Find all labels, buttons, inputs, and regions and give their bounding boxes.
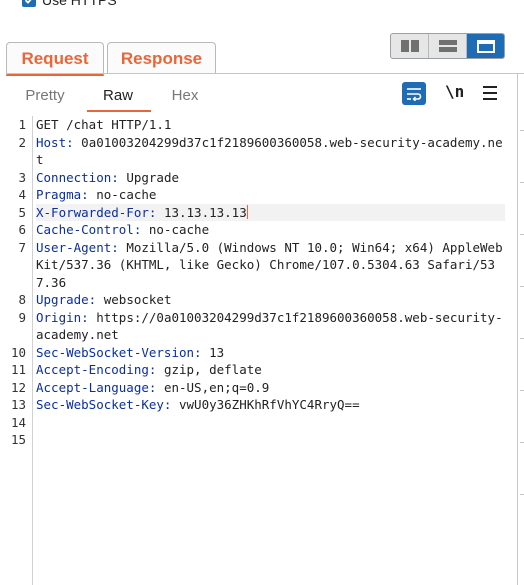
menu-icon[interactable] xyxy=(483,86,497,100)
line-content xyxy=(36,431,505,449)
line-content: User-Agent: Mozilla/5.0 (Windows NT 10.0… xyxy=(36,239,505,292)
scroll-marker xyxy=(520,442,524,443)
header-name: Accept-Language: xyxy=(36,379,157,395)
line-content: Sec-WebSocket-Version: 13 xyxy=(36,344,505,362)
header-name: Origin: xyxy=(36,309,89,325)
request-line: GET /chat HTTP/1.1 xyxy=(36,117,172,132)
code-lines: 1 GET /chat HTTP/1.1 2 Host: 0a01003204299d… xyxy=(0,116,516,449)
word-wrap-icon[interactable] xyxy=(402,82,426,105)
subtab-hex[interactable]: Hex xyxy=(170,87,200,107)
code-line: 8 Upgrade: websocket xyxy=(0,291,516,309)
code-line: 1 GET /chat HTTP/1.1 xyxy=(0,116,516,134)
line-content: Host: 0a01003204299d37c1f2189600360058.w… xyxy=(36,134,505,169)
tabs-divider xyxy=(6,73,524,74)
code-line: 13 Sec-WebSocket-Key: vwU0y36ZHKhRfVhYC4R… xyxy=(0,396,516,414)
raw-request-editor[interactable]: 1 GET /chat HTTP/1.1 2 Host: 0a01003204299d… xyxy=(0,116,516,585)
line-content xyxy=(36,414,505,432)
line-content: Connection: Upgrade xyxy=(36,169,505,187)
use-https-checkbox[interactable] xyxy=(22,0,36,7)
header-value: no-cache xyxy=(88,187,157,202)
header-value: 0a01003204299d37c1f2189600360058.web-sec… xyxy=(36,134,503,168)
code-line: 4 Pragma: no-cache xyxy=(0,186,516,204)
header-value: 13 xyxy=(201,344,225,360)
line-content: Pragma: no-cache xyxy=(36,186,505,204)
scroll-marker xyxy=(520,338,524,339)
scroll-marker xyxy=(520,494,524,495)
code-line: 10 Sec-WebSocket-Version: 13 xyxy=(0,344,516,362)
header-name: Sec-WebSocket-Version: xyxy=(36,344,202,360)
header-value: https://0a01003204299d37c1f2189600360058… xyxy=(36,309,503,343)
panel-border xyxy=(517,73,518,585)
line-number: 10 xyxy=(10,344,26,360)
header-value: en-US,en;q=0.9 xyxy=(156,379,270,395)
code-line: 6 Cache-Control: no-cache xyxy=(0,221,516,239)
use-https-option[interactable]: Use HTTPS xyxy=(22,0,117,9)
scroll-marker xyxy=(520,234,524,235)
line-number: 14 xyxy=(10,414,26,430)
code-line: 11 Accept-Encoding: gzip, deflate xyxy=(0,361,516,379)
scroll-marker xyxy=(520,130,524,131)
use-https-label: Use HTTPS xyxy=(42,0,117,8)
header-name: Sec-WebSocket-Key: xyxy=(36,397,172,412)
header-name: Upgrade: xyxy=(36,292,97,307)
subtab-active-indicator xyxy=(87,110,151,112)
line-number: 2 xyxy=(18,134,26,150)
line-number: 3 xyxy=(18,169,26,185)
code-line: 2 Host: 0a01003204299d37c1f2189600360058.… xyxy=(0,134,516,169)
subtab-pretty[interactable]: Pretty xyxy=(24,87,66,107)
tab-response[interactable]: Response xyxy=(107,42,216,74)
scroll-marker xyxy=(520,286,524,287)
line-number: 9 xyxy=(18,309,26,325)
code-line: 14 xyxy=(0,414,516,432)
line-content: Origin: https://0a01003204299d37c1f21896… xyxy=(36,309,505,344)
line-content: Upgrade: websocket xyxy=(36,291,505,309)
tab-request[interactable]: Request xyxy=(6,42,104,76)
header-name: Cache-Control: xyxy=(36,222,142,237)
header-value: no-cache xyxy=(141,222,210,237)
view-layout-toggle xyxy=(390,33,505,59)
line-number: 15 xyxy=(10,432,26,447)
header-name: Accept-Encoding: xyxy=(36,362,157,377)
scroll-marker xyxy=(520,390,524,391)
header-value: 13.13.13.13 xyxy=(156,204,247,220)
line-number: 8 xyxy=(18,292,26,307)
line-content: Accept-Encoding: gzip, deflate xyxy=(36,361,505,379)
subtab-raw[interactable]: Raw xyxy=(96,87,140,107)
header-value: vwU0y36ZHKhRfVhYC4RryQ== xyxy=(171,397,360,412)
header-name: Host: xyxy=(36,134,74,150)
split-vertical-icon[interactable] xyxy=(429,34,467,58)
code-line: 12 Accept-Language: en-US,en;q=0.9 xyxy=(0,379,516,397)
line-content: GET /chat HTTP/1.1 xyxy=(36,116,505,134)
split-horizontal-icon[interactable] xyxy=(391,34,429,58)
show-newlines-icon[interactable]: \n xyxy=(445,82,464,101)
line-number: 7 xyxy=(18,239,26,255)
line-number: 5 xyxy=(18,204,26,220)
single-pane-icon[interactable] xyxy=(467,34,504,58)
line-content: X-Forwarded-For: 13.13.13.13 xyxy=(36,203,505,221)
header-value: websocket xyxy=(96,292,172,307)
line-number: 12 xyxy=(10,379,26,395)
line-content: Accept-Language: en-US,en;q=0.9 xyxy=(36,379,505,397)
header-value: gzip, deflate xyxy=(156,362,262,377)
line-number: 13 xyxy=(10,397,26,412)
line-content: Cache-Control: no-cache xyxy=(36,221,505,239)
text-caret xyxy=(246,204,248,219)
code-line: 9 Origin: https://0a01003204299d37c1f2189… xyxy=(0,309,516,344)
scroll-marker xyxy=(520,182,524,183)
code-line: 7 User-Agent: Mozilla/5.0 (Windows NT 10.… xyxy=(0,239,516,292)
header-name: Pragma: xyxy=(36,187,89,202)
header-value: Upgrade xyxy=(118,169,180,185)
code-line: 15 xyxy=(0,431,516,449)
line-number: 1 xyxy=(18,117,26,132)
line-number: 4 xyxy=(18,187,26,202)
line-number: 11 xyxy=(10,362,26,377)
code-line: 5 X-Forwarded-For: 13.13.13.13 xyxy=(0,203,516,221)
line-number: 6 xyxy=(18,222,26,237)
header-name: Connection: xyxy=(36,169,119,185)
line-content: Sec-WebSocket-Key: vwU0y36ZHKhRfVhYC4Rry… xyxy=(36,396,505,414)
code-line: 3 Connection: Upgrade xyxy=(0,169,516,187)
header-name: X-Forwarded-For: xyxy=(36,204,157,220)
header-name: User-Agent: xyxy=(36,239,119,255)
